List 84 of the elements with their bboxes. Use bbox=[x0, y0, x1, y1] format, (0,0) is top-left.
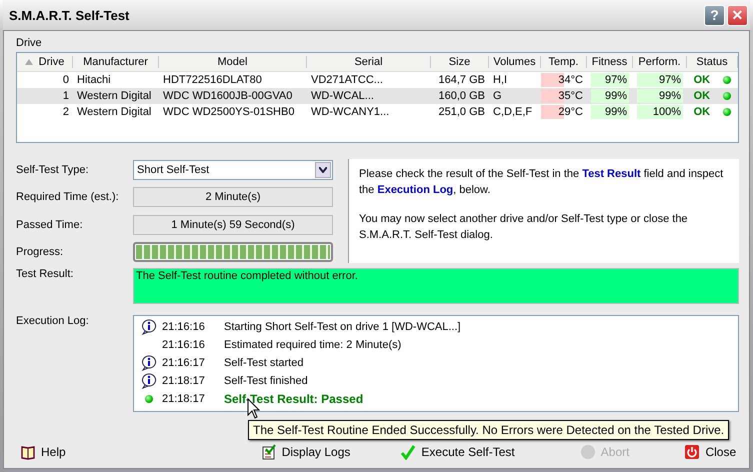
table-cell-text: Hitachi bbox=[76, 73, 112, 87]
log-time: 21:18:17 bbox=[161, 393, 206, 405]
table-cell-text: G bbox=[492, 89, 503, 103]
column-header[interactable]: Temp. bbox=[541, 56, 587, 68]
fitness-cell: 99% bbox=[591, 89, 629, 103]
performance-cell: 97% bbox=[637, 73, 683, 87]
table-cell-text: WD-WCANY1... bbox=[310, 105, 390, 119]
power-icon bbox=[684, 444, 700, 460]
table-cell-text: Western Digital bbox=[76, 89, 152, 103]
performance-cell: 100% bbox=[637, 105, 683, 119]
fitness-cell: 99% bbox=[591, 105, 629, 119]
table-row[interactable]: 1 Western Digital WDC WD1600JB-00GVA0 WD-WCAL... 160,0 GB G 35°C 99% 99% OK bbox=[17, 88, 738, 104]
table-cell-text: VD271ATCC... bbox=[310, 73, 384, 87]
log-message: Self-Test Result: Passed bbox=[224, 392, 364, 406]
table-row[interactable]: 2 Western Digital WDC WD2500YS-01SHB0 WD-WCANY1... 251,0 GB C,D,E,F 29°C 99% 100% OK bbox=[17, 104, 738, 120]
table-cell-text: 2 bbox=[62, 105, 70, 119]
status-text: OK bbox=[694, 90, 710, 102]
log-message: Self-Test finished bbox=[224, 375, 308, 387]
status-text: OK bbox=[694, 106, 710, 118]
group-label: Drive bbox=[16, 37, 43, 49]
status-dot-icon bbox=[723, 92, 732, 100]
checkmark-icon bbox=[400, 444, 416, 460]
close-button[interactable]: ✕ bbox=[727, 4, 748, 26]
book-icon bbox=[20, 444, 36, 460]
log-time: 21:16:16 bbox=[161, 339, 206, 351]
column-header[interactable]: Serial bbox=[307, 56, 431, 68]
self-test-type-dropdown[interactable]: Short Self-Test bbox=[133, 160, 333, 180]
column-header[interactable]: Status bbox=[687, 56, 738, 68]
status-text: OK bbox=[694, 74, 710, 86]
table-cell-text: Western Digital bbox=[76, 105, 152, 119]
performance-cell: 99% bbox=[637, 89, 683, 103]
chevron-icon bbox=[319, 166, 327, 173]
field-label: Execution Log: bbox=[16, 315, 90, 329]
column-header[interactable]: Volumes bbox=[489, 56, 541, 68]
close-button[interactable]: Close bbox=[684, 444, 736, 460]
required-time-field: 2 Minute(s) bbox=[133, 187, 333, 208]
field-label: Test Result: bbox=[16, 268, 74, 282]
table-cell-text: WDC WD2500YS-01SHB0 bbox=[162, 105, 296, 119]
checklist-icon bbox=[260, 444, 277, 460]
field-label: Required Time (est.): bbox=[16, 191, 120, 204]
table-cell-text: 164,7 GB bbox=[438, 73, 486, 87]
table-cell-text: 160,0 GB bbox=[438, 89, 486, 103]
info-icon bbox=[141, 355, 157, 371]
test-result-field: The Self-Test routine completed without error. bbox=[133, 268, 739, 304]
field-label: Progress: bbox=[16, 246, 64, 258]
logs-button[interactable]: Display Logs bbox=[260, 444, 350, 460]
help-button[interactable]: Help bbox=[20, 444, 66, 460]
log-message: Starting Short Self-Test on drive 1 [WD-WCAL...] bbox=[224, 321, 461, 333]
column-header[interactable]: Drive bbox=[17, 56, 73, 68]
tooltip: The Self-Test Routine Ended Successfully. No Errors were Detected on the Tested Drive. bbox=[248, 420, 730, 440]
status-dot-icon bbox=[145, 395, 153, 403]
info-icon bbox=[141, 373, 157, 389]
column-header[interactable]: Size bbox=[431, 56, 489, 68]
window-title: S.M.A.R.T. Self-Test bbox=[9, 8, 130, 22]
column-header[interactable]: Fitness bbox=[587, 56, 633, 68]
table-cell-text: C,D,E,F bbox=[492, 105, 534, 119]
log-message: Self-Test started bbox=[224, 357, 304, 369]
execute-button[interactable]: Execute Self-Test bbox=[400, 444, 515, 460]
table-cell-text: 251,0 GB bbox=[438, 105, 486, 119]
stop-icon bbox=[580, 444, 596, 460]
info-icon bbox=[141, 319, 157, 335]
table-cell-text: H,I bbox=[492, 73, 508, 87]
field-label: Self-Test Type: bbox=[16, 164, 90, 176]
fitness-cell: 97% bbox=[591, 73, 629, 87]
column-header[interactable]: Model bbox=[159, 56, 307, 68]
passed-time-field: 1 Minute(s) 59 Second(s) bbox=[133, 214, 333, 235]
column-header[interactable]: Manufacturer bbox=[73, 56, 159, 68]
log-time: 21:16:17 bbox=[161, 357, 206, 369]
sort-arrow-icon bbox=[24, 59, 33, 65]
info-paragraph: Please check the result of the Self-Test in the Test Result field and inspect the Execution Log, below. bbox=[359, 167, 724, 198]
status-dot-icon bbox=[723, 108, 732, 116]
column-header[interactable]: Perform. bbox=[633, 56, 687, 68]
table-cell-text: 0 bbox=[62, 73, 70, 87]
log-message: Estimated required time: 2 Minute(s) bbox=[224, 339, 402, 351]
field-label: Passed Time: bbox=[16, 218, 84, 231]
status-dot-icon bbox=[723, 76, 732, 84]
log-time: 21:16:16 bbox=[161, 321, 206, 333]
table-cell-text: HDT722516DLAT80 bbox=[162, 73, 263, 87]
table-cell-text: WD-WCAL... bbox=[310, 89, 375, 103]
log-time: 21:18:17 bbox=[161, 375, 206, 387]
table-cell-text: WDC WD1600JB-00GVA0 bbox=[162, 89, 294, 103]
table-row[interactable]: 0 Hitachi HDT722516DLAT80 VD271ATCC... 164,7 GB H,I 34°C 97% 97% OK bbox=[17, 72, 738, 88]
info-paragraph: You may now select another drive and/or Self-Test type or close the S.M.A.R.T. Self-Test dialog. bbox=[359, 212, 689, 243]
table-cell-text: 1 bbox=[62, 89, 70, 103]
